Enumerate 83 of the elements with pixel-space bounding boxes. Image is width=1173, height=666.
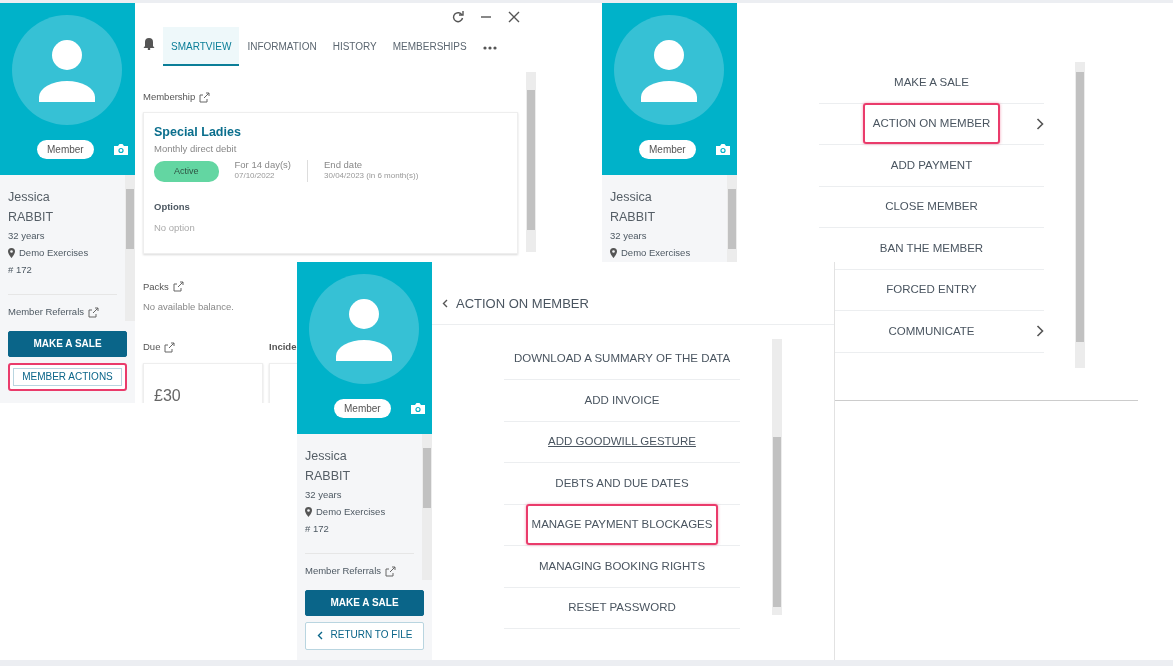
start-date: 07/10/2022 [234,170,276,183]
external-link-icon[interactable] [164,341,176,353]
options-value: No option [154,220,196,235]
membership-name[interactable]: Special Ladies [154,123,507,142]
role-badge: Member [334,399,391,418]
due-amount: £30 [154,385,182,403]
actions-button[interactable]: MEMBER ACTIONS [8,363,127,391]
location-pin-icon [610,247,617,258]
age-text: 32 years [305,488,343,502]
tab[interactable]: SMARTVIEW [163,27,240,66]
avatar-icon [614,15,724,125]
menu-item[interactable]: DEBTS AND DUE DATES [545,468,699,498]
member-number: # 172 [8,263,33,277]
scrollbar[interactable] [526,72,536,252]
return-button[interactable]: RETURN TO FILE [305,622,424,650]
tab[interactable]: INFORMATION [239,27,325,66]
section-heading: Incide [269,340,298,355]
last-name: RABBIT [8,209,55,226]
avatar-icon [309,274,419,384]
first-name: Jessica [8,189,51,206]
age-text: 32 years [8,229,46,243]
camera-icon[interactable] [715,143,731,156]
referrals-link[interactable]: Member Referrals [305,564,382,579]
referrals-link[interactable]: Member Referrals [8,305,85,320]
end-date-label: End date [324,160,364,171]
menu-item[interactable]: MAKE A SALE [884,67,979,97]
first-name: Jessica [305,448,348,465]
first-name: Jessica [610,189,653,206]
close-icon[interactable] [508,11,520,23]
tab[interactable]: MEMBERSHIPS [384,27,475,66]
external-link-icon[interactable] [199,91,211,103]
role-badge: Member [37,140,94,159]
back-chevron-icon [316,630,323,640]
last-name: RABBIT [305,468,352,485]
location-text: Demo Exercises [621,246,691,260]
camera-icon[interactable] [410,402,426,415]
location-pin-icon [305,506,312,517]
section-heading: Due [143,340,161,355]
last-name: RABBIT [610,209,657,226]
external-link-icon[interactable] [88,306,100,318]
external-link-icon[interactable] [385,565,397,577]
duration-text: For 14 day(s) [234,160,291,171]
menu-item[interactable]: ADD INVOICE [574,385,670,415]
packs-value: No available balance. [143,300,234,314]
menu-item[interactable]: COMMUNICATE [878,316,985,346]
external-link-icon[interactable] [172,281,184,293]
scrollbar[interactable] [727,175,737,262]
age-text: 32 years [610,229,648,243]
scrollbar[interactable] [125,175,135,321]
refresh-icon[interactable] [452,11,464,23]
scrollbar[interactable] [772,338,782,615]
camera-icon[interactable] [113,143,129,156]
menu-item[interactable]: ACTION ON MEMBER [862,103,1001,145]
menu-item[interactable]: MANAGE PAYMENT BLOCKAGES [525,504,719,546]
menu-item[interactable]: FORCED ENTRY [876,275,987,305]
tab[interactable]: HISTORY [324,27,385,66]
panel-title: ACTION ON MEMBER [456,295,589,313]
menu-item[interactable]: MANAGING BOOKING RIGHTS [528,551,716,581]
section-heading: Packs [143,279,169,294]
scrollbar[interactable] [422,434,432,580]
status-badge: Active [154,160,219,182]
more-icon[interactable] [482,46,497,50]
menu-item[interactable]: RESET PASSWORD [558,593,686,623]
scrollbar[interactable] [1075,62,1085,368]
member-number: # 172 [305,522,330,536]
role-badge: Member [639,140,696,159]
menu-item[interactable]: CLOSE MEMBER [875,192,988,222]
sale-button[interactable]: MAKE A SALE [8,331,127,357]
membership-subtitle: Monthly direct debit [154,142,238,156]
menu-item[interactable]: DOWNLOAD A SUMMARY OF THE DATA [503,344,741,374]
location-text: Demo Exercises [19,246,89,260]
section-heading: Membership [143,90,196,104]
menu-item[interactable]: BAN THE MEMBER [869,233,994,263]
options-heading: Options [154,200,191,215]
back-chevron-icon[interactable] [442,299,448,309]
avatar-icon [12,15,122,125]
sale-button[interactable]: MAKE A SALE [305,590,424,616]
menu-item[interactable]: ADD GOODWILL GESTURE [538,427,706,457]
location-pin-icon [8,247,15,258]
end-date: 30/04/2023 (in 6 month(s)) [324,170,419,183]
bell-icon[interactable] [143,37,155,50]
location-text: Demo Exercises [316,505,386,519]
menu-item[interactable]: ADD PAYMENT [880,150,983,180]
